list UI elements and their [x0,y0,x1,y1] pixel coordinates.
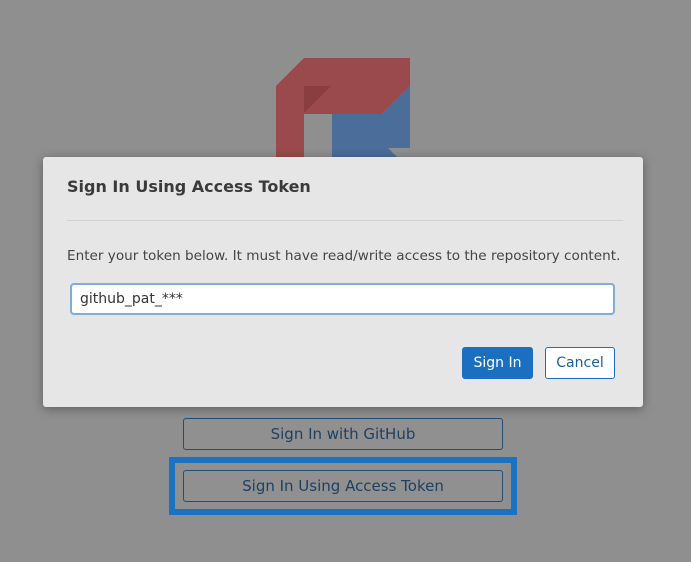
access-token-signin-button[interactable]: Sign In Using Access Token [183,470,503,502]
dialog-title: Sign In Using Access Token [67,177,311,196]
token-input[interactable] [70,283,615,315]
signin-button[interactable]: Sign In [462,347,533,379]
dialog-description: Enter your token below. It must have rea… [67,248,621,264]
dialog-divider [67,220,623,221]
access-token-dialog: Sign In Using Access Token Enter your to… [43,157,643,407]
cancel-button[interactable]: Cancel [545,347,615,379]
github-signin-button[interactable]: Sign In with GitHub [183,418,503,450]
